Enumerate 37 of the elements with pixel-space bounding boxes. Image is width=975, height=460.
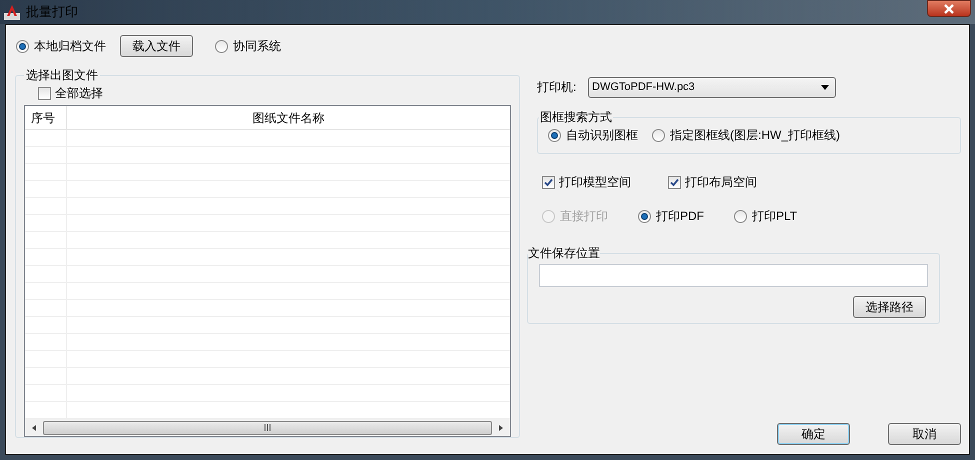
check-icon [670, 178, 679, 186]
group-title: 图框搜索方式 [539, 109, 613, 126]
checkbox[interactable] [542, 176, 555, 188]
load-file-button[interactable]: 载入文件 [120, 35, 193, 57]
checkbox-option[interactable]: 全部选择 [38, 84, 103, 102]
column-header[interactable]: 图纸文件名称 [67, 106, 510, 129]
group-title: 文件保存位置 [528, 245, 600, 262]
radio-circle[interactable] [548, 128, 561, 142]
radio-option[interactable]: 指定图框线(图层:HW_打印框线) [652, 126, 840, 144]
printer-label: 打印机: [537, 79, 578, 96]
ok-button[interactable]: 确定 [777, 423, 850, 445]
window-title: 批量打印 [26, 3, 78, 22]
browse-button[interactable]: 选择路径 [853, 296, 926, 318]
horizontal-scrollbar[interactable] [25, 419, 510, 436]
scrollbar-thumb[interactable] [43, 420, 492, 434]
radio-option[interactable]: 自动识别图框 [548, 126, 638, 144]
dropdown-arrow-icon [821, 84, 829, 90]
column-header[interactable]: 序号 [25, 106, 67, 129]
checkbox[interactable] [668, 176, 681, 188]
radio-option[interactable]: 本地归档文件 [16, 37, 106, 55]
radio-option[interactable]: 打印PDF [638, 207, 734, 225]
checkbox[interactable] [38, 86, 51, 100]
checkbox-option[interactable]: 打印模型空间 [542, 173, 668, 191]
check-icon [544, 178, 553, 186]
close-button[interactable] [927, 0, 971, 17]
printer-dropdown[interactable]: DWGToPDF-HW.pc3 [588, 76, 836, 98]
radio-option[interactable]: 打印PLT [734, 207, 830, 225]
group-title: 选择出图文件 [25, 67, 99, 84]
radio-circle[interactable] [16, 40, 29, 52]
checkbox-option[interactable]: 打印布局空间 [668, 173, 794, 191]
app-logo-icon [4, 4, 20, 20]
radio-option[interactable]: 协同系统 [215, 37, 281, 55]
save-path-field[interactable] [539, 264, 928, 287]
grip-icon [264, 424, 272, 431]
cancel-button[interactable]: 取消 [888, 423, 961, 445]
radio-circle[interactable] [638, 210, 651, 222]
close-icon [943, 4, 955, 14]
